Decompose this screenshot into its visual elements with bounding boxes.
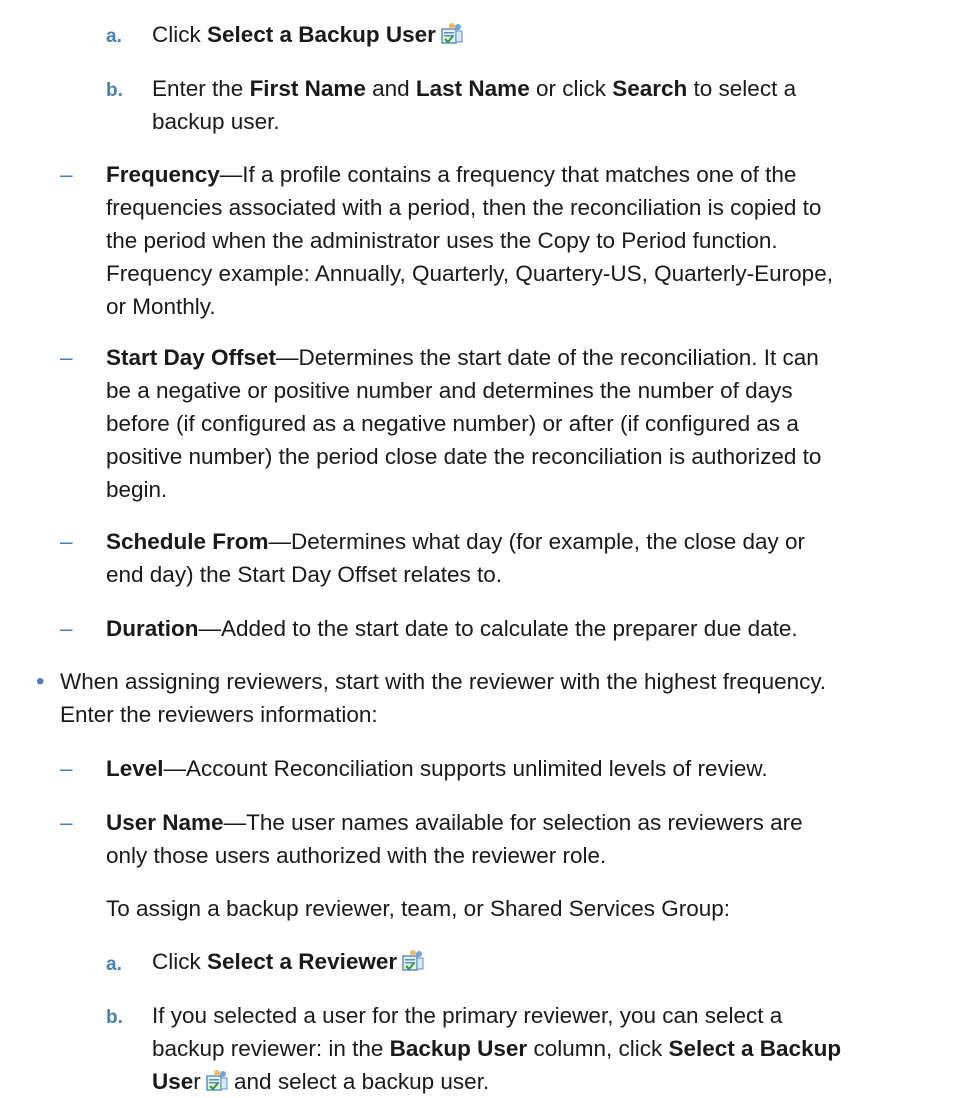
term-schedule-from: Schedule From xyxy=(106,529,269,554)
text: and select a backup user. xyxy=(227,1069,490,1094)
text-line: Enter the reviewers information: xyxy=(60,702,378,727)
item-user-name: User Name—The user names available for s… xyxy=(106,806,803,872)
dash-marker: – xyxy=(60,529,73,554)
select-user-icon xyxy=(402,949,424,971)
ui-label-select-a-backup: Select a Backup xyxy=(668,1036,842,1061)
ui-label-search: Search xyxy=(612,76,688,101)
text: —Account Reconciliation supports unlimit… xyxy=(163,756,768,781)
item-start-day-offset: Start Day Offset—Determines the start da… xyxy=(106,341,821,506)
text: —Determines what day (for example, the c… xyxy=(268,529,806,554)
text-line: or Monthly. xyxy=(106,294,216,319)
item-duration: Duration—Added to the start date to calc… xyxy=(106,612,798,645)
step-marker: a. xyxy=(106,954,122,975)
text: —Added to the start date to calculate th… xyxy=(198,616,798,641)
step-text: Click xyxy=(152,949,207,974)
text-line: begin. xyxy=(106,477,168,502)
ui-label-use: Use xyxy=(152,1069,194,1094)
step-marker: a. xyxy=(106,26,122,47)
document-page: a. Click Select a Backup User b. Enter t… xyxy=(0,0,968,1094)
dash-marker: – xyxy=(60,162,73,187)
text-line: Frequency example: Annually, Quarterly, … xyxy=(106,261,833,286)
assign-paragraph: To assign a backup reviewer, team, or Sh… xyxy=(106,896,731,921)
ui-label-last-name: Last Name xyxy=(415,76,530,101)
term-frequency: Frequency xyxy=(106,162,220,187)
text: column, click xyxy=(527,1036,669,1061)
term-user-name: User Name xyxy=(106,810,224,835)
text-line: When assigning reviewers, start with the… xyxy=(60,669,827,694)
dash-marker: – xyxy=(60,810,73,835)
ui-label-first-name: First Name xyxy=(249,76,366,101)
text: to select a xyxy=(687,76,797,101)
text: backup reviewer: in the xyxy=(152,1036,390,1061)
select-user-icon xyxy=(206,1069,228,1091)
term-start-day-offset: Start Day Offset xyxy=(106,345,277,370)
text-line: before (if configured as a negative numb… xyxy=(106,411,799,436)
text: —Determines the start date of the reconc… xyxy=(276,345,819,370)
term-duration: Duration xyxy=(106,616,199,641)
text: or click xyxy=(529,76,613,101)
step-marker: b. xyxy=(106,1007,123,1028)
item-frequency: Frequency—If a profile contains a freque… xyxy=(106,158,833,323)
bullet-marker: • xyxy=(36,668,45,695)
ui-label-select-reviewer: Select a Reviewer xyxy=(207,949,398,974)
text-line: If you selected a user for the primary r… xyxy=(152,1003,783,1028)
text-line: end day) the Start Day Offset relates to… xyxy=(106,562,503,587)
dash-marker: – xyxy=(60,756,73,781)
step-backup-reviewer: If you selected a user for the primary r… xyxy=(152,999,841,1098)
item-level: Level—Account Reconciliation supports un… xyxy=(106,752,768,785)
text: —If a profile contains a frequency that … xyxy=(219,162,797,187)
step-text: Click xyxy=(152,22,207,47)
text-line: frequencies associated with a period, th… xyxy=(106,195,822,220)
ui-label-backup-user: Backup User xyxy=(389,1036,528,1061)
text-line: only those users authorized with the rev… xyxy=(106,843,607,868)
text-line: backup user. xyxy=(152,109,280,134)
ui-label-select-backup-user: Select a Backup User xyxy=(207,22,436,47)
step-marker: b. xyxy=(106,80,123,101)
text: and xyxy=(365,76,416,101)
dash-marker: – xyxy=(60,616,73,641)
text: —The user names available for selection … xyxy=(223,810,803,835)
item-reviewers: When assigning reviewers, start with the… xyxy=(60,665,826,731)
step-enter-name: Enter the First Name and Last Name or cl… xyxy=(152,72,796,138)
text-line: positive number) the period close date t… xyxy=(106,444,822,469)
text: r xyxy=(193,1069,201,1094)
text: Enter the xyxy=(152,76,250,101)
text-line: the period when the administrator uses t… xyxy=(106,228,778,253)
text-line: be a negative or positive number and det… xyxy=(106,378,793,403)
step-select-backup-user: Click Select a Backup User xyxy=(152,18,463,51)
select-user-icon xyxy=(441,22,463,44)
term-level: Level xyxy=(106,756,164,781)
step-select-reviewer: Click Select a Reviewer xyxy=(152,945,424,978)
item-schedule-from: Schedule From—Determines what day (for e… xyxy=(106,525,805,591)
dash-marker: – xyxy=(60,345,73,370)
